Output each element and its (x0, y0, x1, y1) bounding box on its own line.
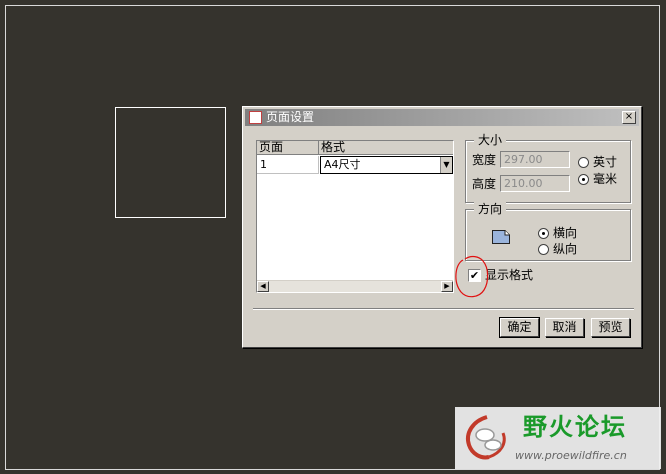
preview-button[interactable]: 预览 (591, 318, 630, 337)
page-outline (115, 107, 226, 218)
scroll-right-icon[interactable]: ▶ (441, 281, 453, 292)
watermark-url: www.proewildfire.cn (515, 449, 627, 462)
height-field[interactable]: 210.00 (500, 175, 570, 192)
cancel-button[interactable]: 取消 (545, 318, 584, 337)
orientation-group-title: 方向 (474, 202, 507, 216)
dialog-titlebar[interactable]: 页面设置 × (245, 109, 639, 126)
page-setup-dialog: 页面设置 × 页面 格式 1 A4尺寸 ▼ ◀ ▶ 大小 宽度 297.00 高… (242, 106, 642, 348)
size-group-title: 大小 (474, 133, 507, 147)
page-format-table[interactable]: 页面 格式 1 A4尺寸 ▼ ◀ ▶ (256, 140, 454, 293)
horizontal-scrollbar[interactable]: ◀ ▶ (257, 280, 453, 292)
watermark: 野火论坛 www.proewildfire.cn (455, 407, 661, 469)
landscape-label: 横向 (553, 226, 578, 240)
inch-label: 英寸 (593, 155, 618, 169)
ok-button[interactable]: 确定 (499, 317, 540, 338)
table-cell-page[interactable]: 1 (257, 156, 319, 174)
mm-label: 毫米 (593, 172, 618, 186)
column-header-format[interactable]: 格式 (319, 141, 453, 155)
portrait-radio[interactable] (538, 244, 549, 255)
drawing-canvas[interactable]: 页面设置 × 页面 格式 1 A4尺寸 ▼ ◀ ▶ 大小 宽度 297.00 高… (0, 0, 666, 474)
separator (253, 308, 634, 310)
scroll-left-icon[interactable]: ◀ (257, 281, 269, 292)
close-button[interactable]: × (622, 111, 636, 124)
dialog-icon (249, 111, 262, 124)
width-label: 宽度 (472, 153, 497, 167)
chevron-down-icon[interactable]: ▼ (440, 157, 452, 173)
height-label: 高度 (472, 177, 497, 191)
mm-radio[interactable] (578, 174, 589, 185)
dialog-title: 页面设置 (266, 110, 315, 124)
flame-logo-icon (466, 415, 506, 460)
column-header-page[interactable]: 页面 (257, 141, 319, 155)
inch-radio[interactable] (578, 157, 589, 168)
landscape-radio[interactable] (538, 228, 549, 239)
watermark-title: 野火论坛 (523, 413, 627, 441)
portrait-label: 纵向 (553, 242, 578, 256)
red-circle-annotation (455, 255, 489, 298)
width-field[interactable]: 297.00 (500, 151, 570, 168)
size-group: 大小 宽度 297.00 高度 210.00 英寸 毫米 (465, 133, 631, 203)
format-select-value: A4尺寸 (324, 158, 361, 171)
landscape-page-icon (492, 230, 510, 244)
format-select[interactable]: A4尺寸 ▼ (320, 156, 453, 174)
